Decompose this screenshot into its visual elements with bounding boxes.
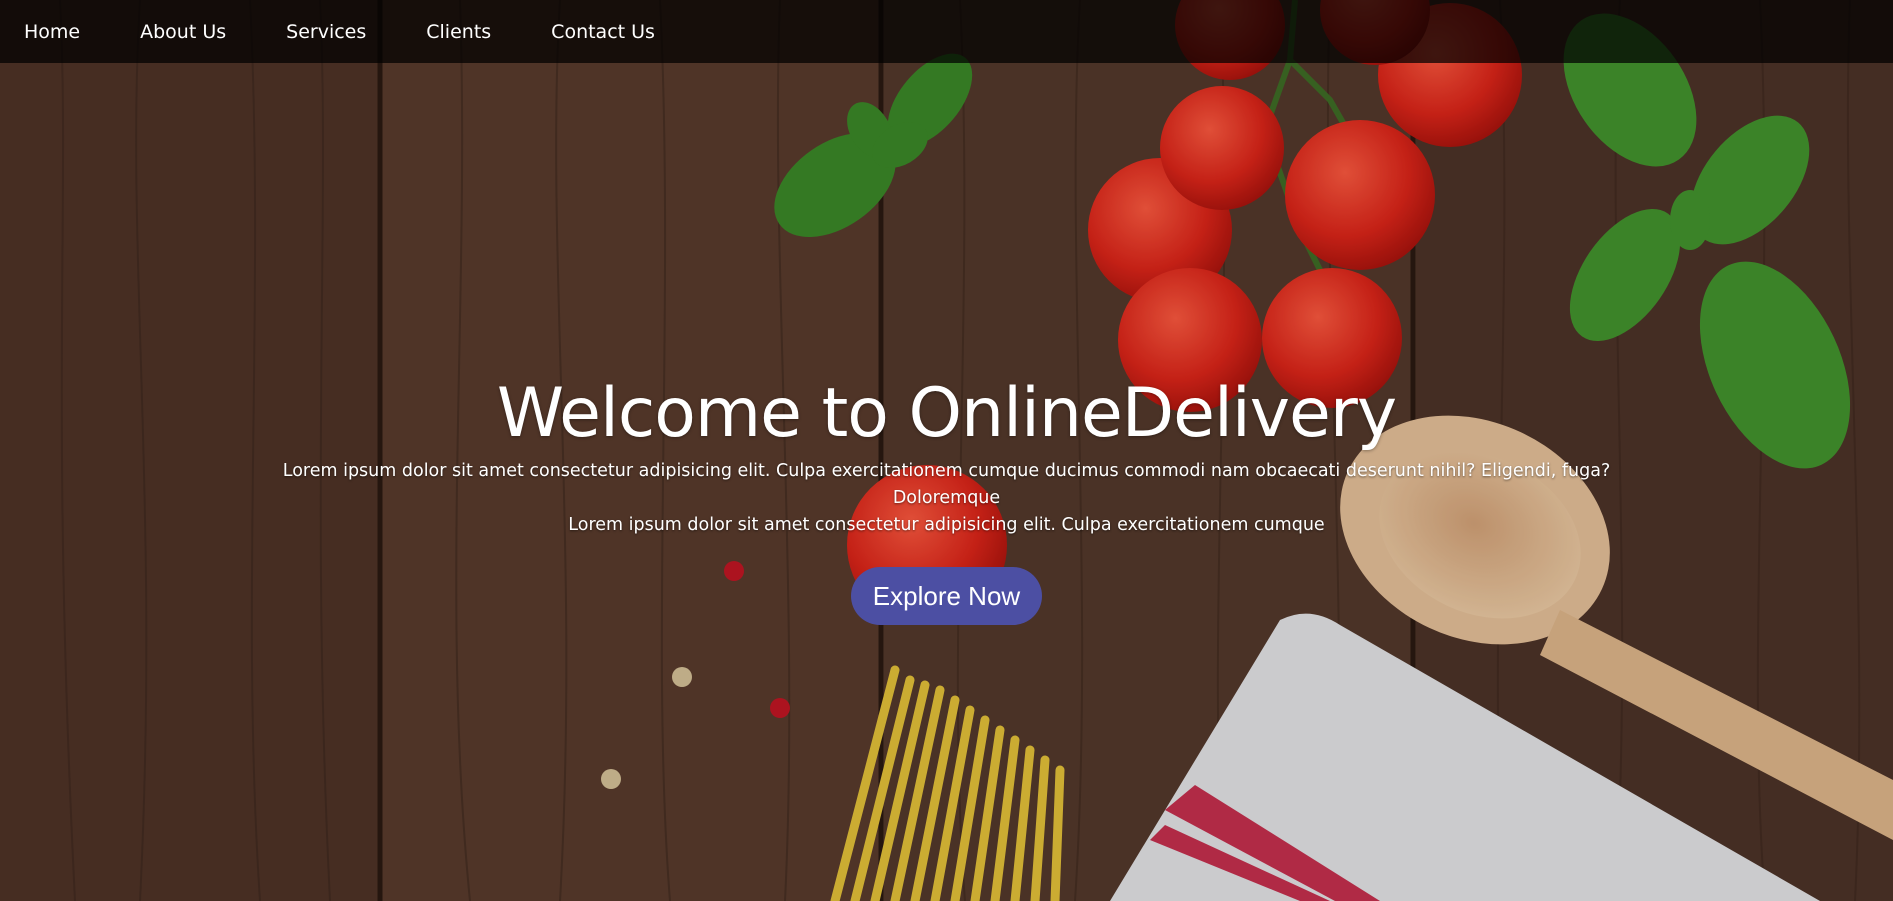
- hero-description: Lorem ipsum dolor sit amet consectetur a…: [247, 458, 1647, 539]
- nav-contact-us-link[interactable]: Contact Us: [551, 21, 655, 43]
- nav-services-link[interactable]: Services: [286, 21, 366, 43]
- hero-description-line-1: Lorem ipsum dolor sit amet consectetur a…: [282, 461, 1611, 508]
- nav-clients-link[interactable]: Clients: [426, 21, 491, 43]
- hero-description-line-2: Lorem ipsum dolor sit amet consectetur a…: [568, 515, 1325, 535]
- hero-title: Welcome to OnlineDelivery: [496, 374, 1397, 453]
- explore-now-button[interactable]: Explore Now: [850, 567, 1043, 625]
- nav-about-us-link[interactable]: About Us: [140, 21, 226, 43]
- top-navbar: Home About Us Services Clients Contact U…: [0, 0, 1893, 63]
- nav-home-link[interactable]: Home: [24, 21, 80, 43]
- hero-section: Home About Us Services Clients Contact U…: [0, 0, 1893, 901]
- hero-content: Welcome to OnlineDelivery Lorem ipsum do…: [0, 378, 1893, 625]
